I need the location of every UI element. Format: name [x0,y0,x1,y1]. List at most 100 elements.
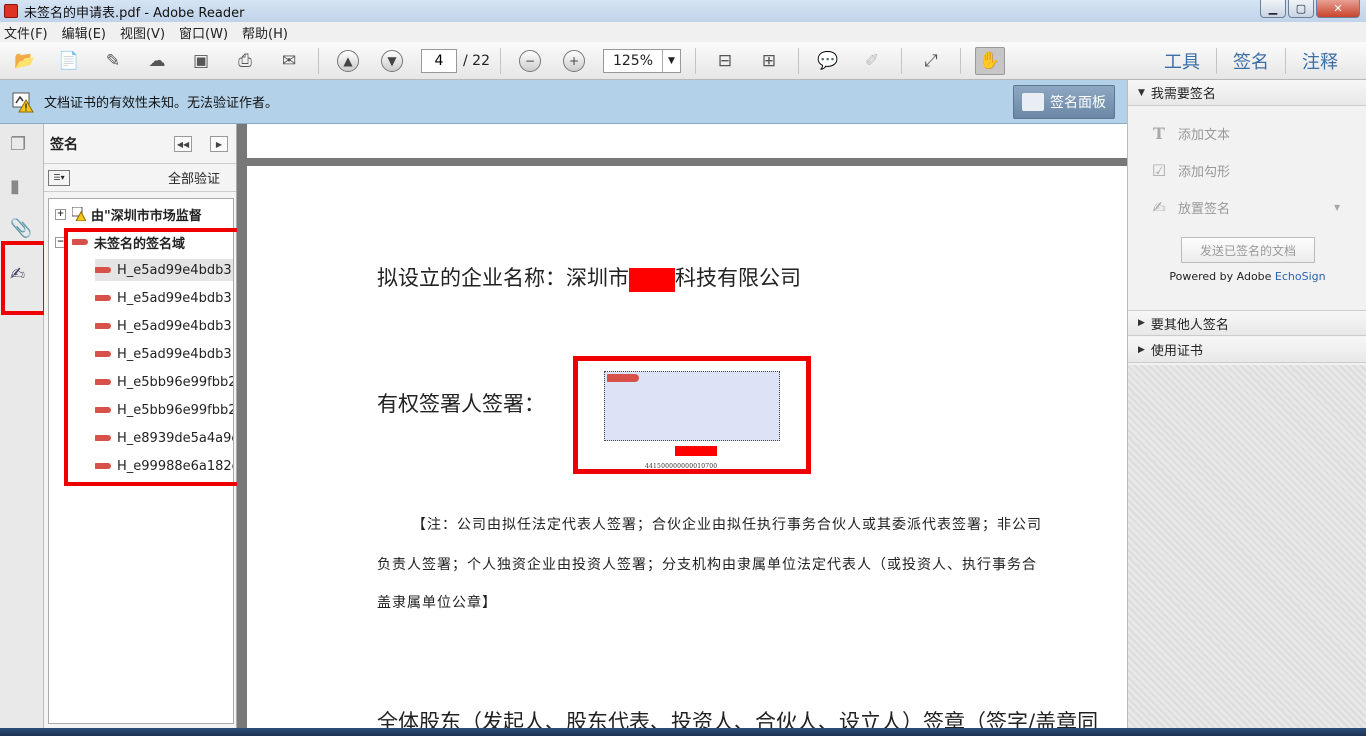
certificate-warning-icon [72,207,86,221]
tree-node-label: 由"深圳市市场监督 [91,208,202,224]
toolbar-separator [318,47,319,74]
signature-serial: 441500000000010700 [645,463,718,470]
redaction-block [675,446,717,456]
zoom-out-button[interactable]: − [515,47,545,75]
close-button[interactable]: ✕ [1316,0,1360,18]
create-pdf-icon: 📄 [58,50,80,71]
zoom-in-button[interactable]: + [559,47,589,75]
section-label: 使用证书 [1150,344,1203,359]
signer-label: 有权签署人签署： [377,392,545,416]
signature-panel-label: 签名面板 [1050,95,1106,111]
menu-bar: 文件(F) 编辑(E) 视图(V) 窗口(W) 帮助(H) [0,22,1366,42]
upload-button[interactable]: ☁ [142,47,172,75]
tab-sign[interactable]: 签名 [1216,48,1285,74]
collapse-panel-icon[interactable]: ◀◀ [174,136,192,152]
echosign-link[interactable]: EchoSign [1275,270,1326,283]
add-checkmark-button[interactable]: ☑ 添加勾形 [1150,161,1230,180]
comment-icon: 💬 [817,50,839,71]
page-number-input[interactable] [421,48,457,73]
signature-panel-title: 签名 [50,136,78,153]
place-signature-button[interactable]: ✍ 放置签名 ▼ [1150,198,1340,217]
print-icon: ⎙ [238,50,252,71]
prev-page-button[interactable]: ▲ [333,47,363,75]
fit-page-button[interactable]: ⊟ [710,47,740,75]
toolbar: 📂 📄 ✎ ☁ ▣ ⎙ ✉ ▲ ▼ / 22 − + 125% ▼ ⊟ ⊞ 💬 … [0,42,1366,80]
empty-pane-area [1128,365,1366,728]
tab-tools[interactable]: 工具 [1148,48,1216,74]
email-button[interactable]: ✉ [274,47,304,75]
section-label: 要其他人签名 [1150,317,1229,333]
menu-edit[interactable]: 编辑(E) [62,23,106,42]
menu-file[interactable]: 文件(F) [4,23,48,42]
fit-width-icon: ⊞ [761,50,777,71]
edit-icon: ✎ [105,50,121,71]
signature-pen-icon [1022,93,1044,111]
place-sig-label: 放置签名 [1178,202,1231,217]
annotation-highlight-box [64,228,243,486]
save-button[interactable]: ▣ [186,47,216,75]
minimize-button[interactable]: ▁ [1260,0,1286,18]
bookmarks-icon[interactable]: ▮ [10,176,32,200]
signature-field[interactable] [604,371,780,441]
title-bar: 未签名的申请表.pdf - Adobe Reader ▁ ▢ ✕ [0,0,1366,22]
signature-panel-header: 签名 ◀◀ ▶ [44,124,236,164]
highlight-button[interactable]: ✐ [857,47,887,75]
tree-node-certified[interactable]: + 由"深圳市市场监督 [55,203,202,225]
edit-button[interactable]: ✎ [98,47,128,75]
open-button[interactable]: 📂 [10,47,40,75]
certificate-notice-bar: 文档证书的有效性未知。无法验证作者。 签名面板 [0,80,1127,124]
add-check-label: 添加勾形 [1178,165,1231,180]
section-get-others-to-sign[interactable]: ▶ 要其他人签名 [1128,310,1366,336]
powered-prefix: Powered by Adobe [1169,270,1275,283]
hand-icon: ✋ [979,50,1001,71]
next-page-button[interactable]: ▼ [377,47,407,75]
comment-button[interactable]: 💬 [813,47,843,75]
pages-icon[interactable]: ❐ [10,134,32,158]
zoom-select[interactable]: 125% ▼ [602,48,681,73]
window-title: 未签名的申请表.pdf - Adobe Reader [24,5,245,21]
notice-message: 文档证书的有效性未知。无法验证作者。 [44,96,279,111]
cloud-upload-icon: ☁ [148,50,166,71]
attachments-icon[interactable]: 📎 [10,218,32,242]
send-signed-button[interactable]: 发送已签名的文档 [1181,237,1315,263]
note-line: 负责人签署；个人独资企业由投资人签署；分支机构由隶属单位法定代表人（或投资人、执… [377,557,1037,573]
document-viewport[interactable]: 拟设立的企业名称：深圳市 科技有限公司 有权签署人签署： 441500000000… [237,124,1127,730]
fit-width-button[interactable]: ⊞ [754,47,784,75]
windows-taskbar [0,728,1366,736]
highlight-icon: ✐ [864,50,880,71]
expand-icon[interactable]: + [55,208,66,220]
expand-panel-icon[interactable]: ▶ [210,136,228,152]
company-name-line: 拟设立的企业名称：深圳市 科技有限公司 [377,262,801,292]
note-line: 盖隶属单位公章】 [377,595,497,611]
save-icon: ▣ [192,50,210,71]
triangle-down-icon: ▼ [1138,87,1145,98]
toolbar-separator [797,47,799,74]
section-work-with-certificates[interactable]: ▶ 使用证书 [1128,337,1366,363]
menu-view[interactable]: 视图(V) [120,23,165,42]
create-pdf-button[interactable]: 📄 [54,47,84,75]
validate-all-button[interactable]: 全部验证 [168,168,220,187]
minus-icon: − [518,49,541,72]
chevron-down-icon[interactable]: ▼ [661,49,680,72]
options-menu-icon[interactable]: ☰▾ [48,169,70,186]
menu-help[interactable]: 帮助(H) [242,23,288,42]
certificate-warning-icon [12,92,34,112]
signature-icon: ✍ [1152,198,1166,217]
section-i-need-to-sign[interactable]: ▼ 我需要签名 [1128,80,1366,106]
signature-panel-options: ☰▾ 全部验证 [44,164,236,192]
chevron-down-icon[interactable]: ▼ [1334,203,1340,212]
pdf-page: 拟设立的企业名称：深圳市 科技有限公司 有权签署人签署： 441500000000… [247,166,1127,730]
maximize-button[interactable]: ▢ [1288,0,1314,18]
print-button[interactable]: ⎙ [230,47,260,75]
company-suffix: 科技有限公司 [675,266,801,290]
redaction-block [629,267,675,292]
annotation-highlight-box [1,241,47,315]
hand-tool-button[interactable]: ✋ [974,46,1005,75]
add-text-button[interactable]: T 添加文本 [1150,124,1230,143]
expand-icon: ⤢ [924,50,938,71]
tab-comment[interactable]: 注释 [1285,48,1354,74]
signature-panel-button[interactable]: 签名面板 [1013,85,1115,119]
adobe-reader-icon [4,4,18,18]
fullscreen-button[interactable]: ⤢ [916,47,946,75]
menu-window[interactable]: 窗口(W) [179,23,228,42]
